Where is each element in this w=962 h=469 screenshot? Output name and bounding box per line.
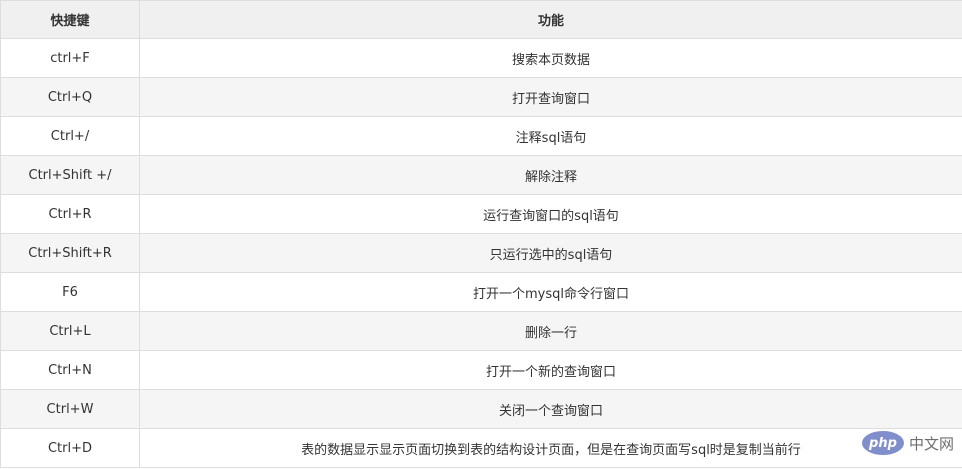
shortcut-key-cell: Ctrl+N bbox=[0, 350, 140, 390]
shortcut-key-cell: Ctrl+Shift+R bbox=[0, 233, 140, 273]
table-row: F6 打开一个mysql命令行窗口 bbox=[0, 272, 962, 312]
function-cell: 打开一个mysql命令行窗口 bbox=[139, 272, 962, 312]
table-row: Ctrl+R 运行查询窗口的sql语句 bbox=[0, 194, 962, 234]
shortcut-key-cell: Ctrl+/ bbox=[0, 116, 140, 156]
shortcut-key-cell: ctrl+F bbox=[0, 38, 140, 78]
table-row: Ctrl+Shift+R 只运行选中的sql语句 bbox=[0, 233, 962, 273]
shortcut-key-cell: Ctrl+R bbox=[0, 194, 140, 234]
function-cell: 只运行选中的sql语句 bbox=[139, 233, 962, 273]
table-row: ctrl+F 搜索本页数据 bbox=[0, 38, 962, 78]
function-cell: 搜索本页数据 bbox=[139, 38, 962, 78]
table-body: ctrl+F 搜索本页数据 Ctrl+Q 打开查询窗口 Ctrl+/ 注释sql… bbox=[0, 38, 962, 468]
table-row: Ctrl+L 删除一行 bbox=[0, 311, 962, 351]
table-row: Ctrl+Shift +/ 解除注释 bbox=[0, 155, 962, 195]
function-cell: 运行查询窗口的sql语句 bbox=[139, 194, 962, 234]
function-cell: 打开查询窗口 bbox=[139, 77, 962, 117]
function-cell: 打开一个新的查询窗口 bbox=[139, 350, 962, 390]
function-cell: 关闭一个查询窗口 bbox=[139, 389, 962, 429]
header-function: 功能 bbox=[139, 0, 962, 39]
table-row: Ctrl+Q 打开查询窗口 bbox=[0, 77, 962, 117]
shortcut-key-cell: Ctrl+Q bbox=[0, 77, 140, 117]
table-header: 快捷键 功能 bbox=[0, 0, 962, 39]
shortcut-table: 快捷键 功能 ctrl+F 搜索本页数据 Ctrl+Q 打开查询窗口 Ctrl+… bbox=[0, 0, 962, 468]
table-row: Ctrl+/ 注释sql语句 bbox=[0, 116, 962, 156]
shortcut-key-cell: Ctrl+W bbox=[0, 389, 140, 429]
function-cell: 注释sql语句 bbox=[139, 116, 962, 156]
function-cell: 解除注释 bbox=[139, 155, 962, 195]
table-row: Ctrl+D 表的数据显示显示页面切换到表的结构设计页面，但是在查询页面写sql… bbox=[0, 428, 962, 468]
table-row: Ctrl+N 打开一个新的查询窗口 bbox=[0, 350, 962, 390]
header-shortcut-key: 快捷键 bbox=[0, 0, 140, 39]
header-row: 快捷键 功能 bbox=[0, 0, 962, 39]
shortcut-key-cell: Ctrl+L bbox=[0, 311, 140, 351]
shortcut-key-cell: Ctrl+Shift +/ bbox=[0, 155, 140, 195]
shortcut-key-cell: Ctrl+D bbox=[0, 428, 140, 468]
function-cell: 表的数据显示显示页面切换到表的结构设计页面，但是在查询页面写sql时是复制当前行 bbox=[139, 428, 962, 468]
function-cell: 删除一行 bbox=[139, 311, 962, 351]
shortcut-key-cell: F6 bbox=[0, 272, 140, 312]
table-row: Ctrl+W 关闭一个查询窗口 bbox=[0, 389, 962, 429]
